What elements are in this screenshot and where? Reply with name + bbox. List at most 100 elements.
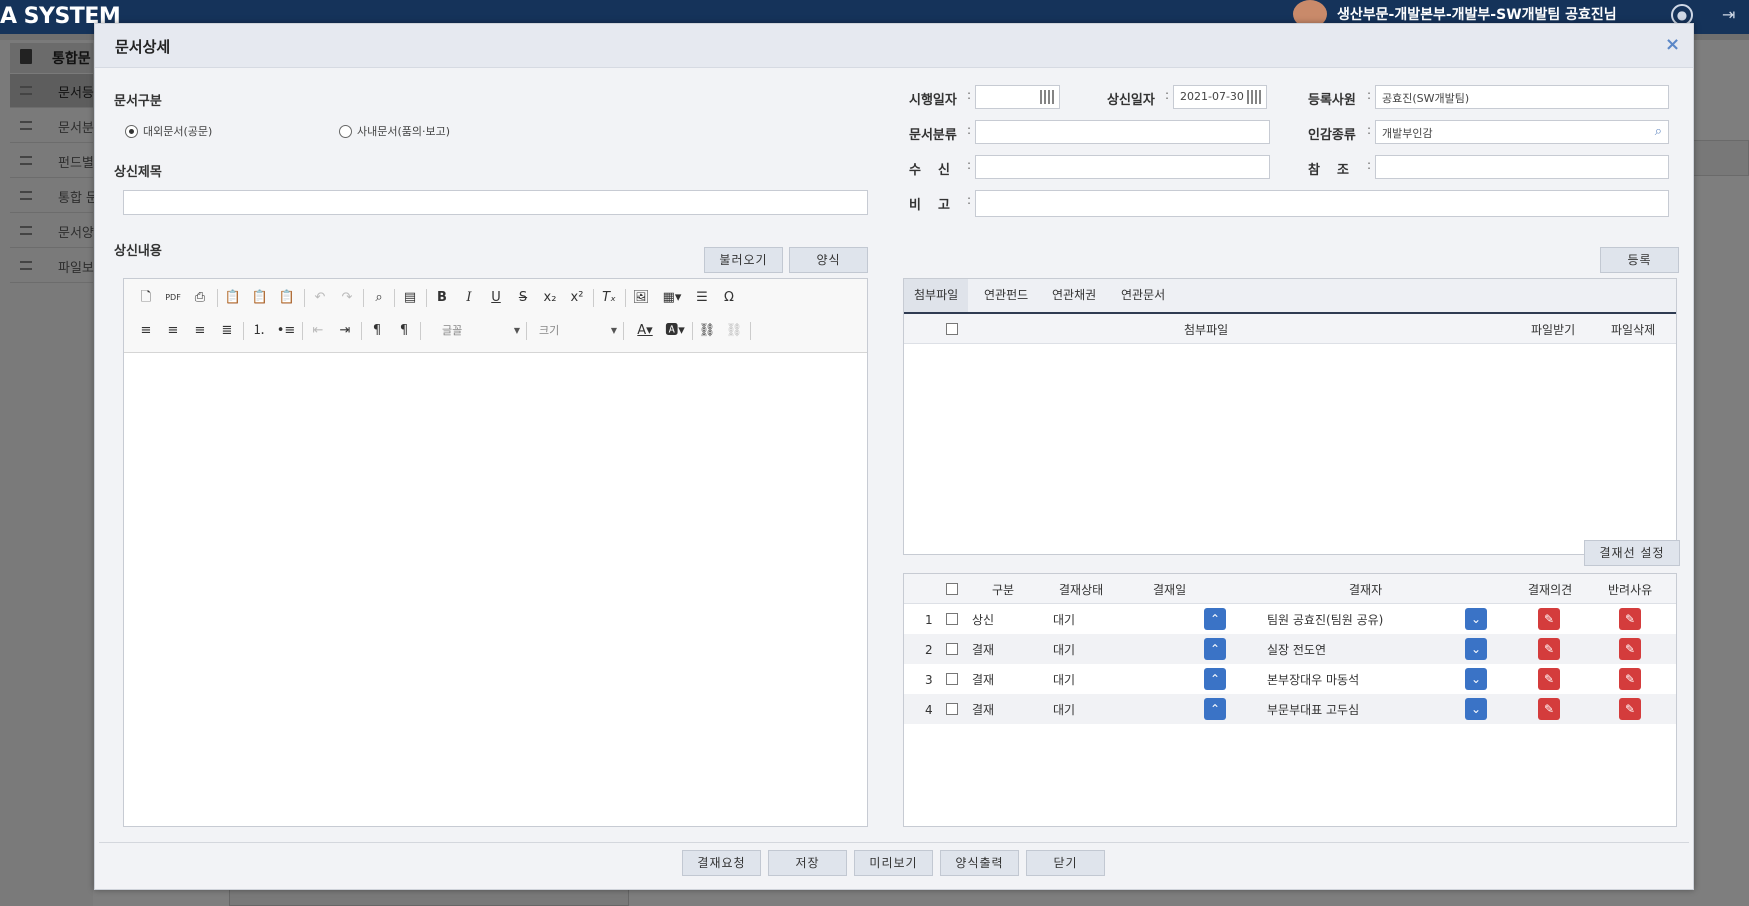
chevron-up-icon[interactable]: ⌃: [1204, 638, 1226, 660]
row-checkbox[interactable]: [946, 703, 958, 715]
approval-request-button[interactable]: 결재요청: [682, 850, 761, 876]
edit-opinion-icon[interactable]: ✎: [1538, 668, 1560, 690]
bg-color-icon[interactable]: 🅰▾: [661, 321, 689, 341]
underline-icon[interactable]: U: [486, 288, 506, 308]
search-icon[interactable]: ⌕: [1655, 124, 1662, 139]
sidebar-item[interactable]: 문서분: [10, 109, 94, 143]
preview-button[interactable]: 미리보기: [854, 850, 933, 876]
edit-opinion-icon[interactable]: ✎: [1538, 608, 1560, 630]
italic-icon[interactable]: I: [459, 288, 479, 308]
remark-input[interactable]: [975, 190, 1669, 217]
chevron-up-icon[interactable]: ⌃: [1204, 608, 1226, 630]
edit-reason-icon[interactable]: ✎: [1619, 668, 1641, 690]
edit-opinion-icon[interactable]: ✎: [1538, 698, 1560, 720]
register-button[interactable]: 등록: [1600, 247, 1679, 273]
chevron-down-icon[interactable]: ⌄: [1465, 698, 1487, 720]
remove-format-icon[interactable]: Tₓ: [599, 288, 619, 308]
edit-opinion-icon[interactable]: ✎: [1538, 638, 1560, 660]
tab-related-docs[interactable]: 연관문서: [1111, 279, 1175, 312]
redo-icon[interactable]: ↷: [337, 288, 357, 308]
sidebar-item[interactable]: 통합 문: [10, 179, 98, 213]
rtl-icon[interactable]: ¶: [394, 321, 414, 341]
calendar-icon[interactable]: [1247, 90, 1262, 104]
seal-type-input[interactable]: 개발부인감 ⌕: [1375, 120, 1669, 144]
select-all-checkbox[interactable]: [946, 583, 958, 595]
attachments-table-header: 첨부파일 파일받기 파일삭제: [904, 314, 1676, 344]
background-panel: [229, 888, 629, 906]
undo-icon[interactable]: ↶: [310, 288, 330, 308]
logout-icon[interactable]: ⇥: [1722, 5, 1735, 24]
tab-attachments[interactable]: 첨부파일: [904, 279, 969, 312]
align-justify-icon[interactable]: ≣: [217, 321, 237, 341]
radio-external-doc[interactable]: 대외문서(공문): [125, 123, 212, 139]
align-right-icon[interactable]: ≡: [190, 321, 210, 341]
close-icon[interactable]: ×: [1665, 34, 1680, 55]
superscript-icon[interactable]: x²: [567, 288, 587, 308]
font-family-select[interactable]: 글꼴 ▼: [442, 321, 520, 341]
unlink-icon[interactable]: ⛓: [724, 321, 744, 341]
chevron-up-icon[interactable]: ⌃: [1204, 668, 1226, 690]
radio-internal-doc[interactable]: 사내문서(품의·보고): [339, 123, 450, 139]
strikethrough-icon[interactable]: S: [513, 288, 533, 308]
select-all-checkbox[interactable]: [946, 323, 958, 335]
approval-line-button[interactable]: 결재선 설정: [1584, 540, 1680, 566]
row-checkbox[interactable]: [946, 643, 958, 655]
template-button[interactable]: 양식: [789, 247, 868, 273]
sidebar-item[interactable]: 문서등: [10, 74, 94, 108]
load-button[interactable]: 불러오기: [704, 247, 783, 273]
numbered-list-icon[interactable]: ⒈: [249, 321, 269, 341]
tab-related-bonds[interactable]: 연관채권: [1042, 279, 1106, 312]
calendar-icon[interactable]: [1040, 90, 1055, 104]
horizontal-line-icon[interactable]: ☰: [692, 288, 712, 308]
print-template-button[interactable]: 양식출력: [940, 850, 1019, 876]
editor-body[interactable]: [124, 353, 867, 826]
sidebar-item[interactable]: 펀드별: [10, 144, 94, 178]
reference-input[interactable]: [1375, 155, 1669, 179]
find-icon[interactable]: ⌕: [369, 288, 389, 308]
row-checkbox[interactable]: [946, 673, 958, 685]
save-button[interactable]: 저장: [768, 850, 847, 876]
bold-icon[interactable]: B: [432, 288, 452, 308]
chevron-down-icon[interactable]: ⌄: [1465, 638, 1487, 660]
outdent-icon[interactable]: ⇤: [308, 321, 328, 341]
paste-word-icon[interactable]: 📋: [277, 288, 297, 308]
indent-icon[interactable]: ⇥: [335, 321, 355, 341]
edit-reason-icon[interactable]: ✎: [1619, 608, 1641, 630]
subject-label: 상신제목: [114, 165, 162, 180]
table-icon[interactable]: ▦▾: [658, 288, 686, 308]
sidebar-item[interactable]: 파일보: [10, 249, 94, 283]
paste-text-icon[interactable]: 📋: [250, 288, 270, 308]
pdf-icon[interactable]: PDF: [163, 288, 183, 308]
close-button[interactable]: 닫기: [1026, 850, 1105, 876]
paste-icon[interactable]: 📋: [223, 288, 243, 308]
recipient-input[interactable]: [975, 155, 1270, 179]
ltr-icon[interactable]: ¶: [367, 321, 387, 341]
link-icon[interactable]: ⛓: [697, 321, 717, 341]
special-char-icon[interactable]: Ω: [719, 288, 739, 308]
font-family-label: 글꼴: [442, 324, 463, 337]
image-icon[interactable]: 🖼: [631, 288, 651, 308]
exec-date-input[interactable]: [975, 85, 1060, 109]
edit-reason-icon[interactable]: ✎: [1619, 638, 1641, 660]
print-icon[interactable]: ⎙: [190, 288, 210, 308]
tab-related-funds[interactable]: 연관펀드: [974, 279, 1038, 312]
row-checkbox[interactable]: [946, 613, 958, 625]
subscript-icon[interactable]: x₂: [540, 288, 560, 308]
toolbar-separator: [243, 322, 244, 340]
registrant-input[interactable]: 공효진(SW개발팀): [1375, 85, 1669, 109]
doc-class-input[interactable]: [975, 120, 1270, 144]
edit-reason-icon[interactable]: ✎: [1619, 698, 1641, 720]
font-size-select[interactable]: 크기 ▼: [539, 321, 617, 341]
chevron-down-icon[interactable]: ⌄: [1465, 608, 1487, 630]
align-center-icon[interactable]: ≡: [163, 321, 183, 341]
text-color-icon[interactable]: A▾: [632, 321, 658, 341]
bulleted-list-icon[interactable]: •≡: [276, 321, 296, 341]
sidebar-item[interactable]: 문서양: [10, 214, 94, 248]
chevron-down-icon[interactable]: ⌄: [1465, 668, 1487, 690]
align-left-icon[interactable]: ≡: [136, 321, 156, 341]
new-page-icon[interactable]: 🗋: [136, 288, 156, 308]
subject-input[interactable]: [123, 190, 868, 215]
select-all-icon[interactable]: ▤: [400, 288, 420, 308]
submit-date-input[interactable]: 2021-07-30: [1173, 85, 1267, 109]
chevron-up-icon[interactable]: ⌃: [1204, 698, 1226, 720]
